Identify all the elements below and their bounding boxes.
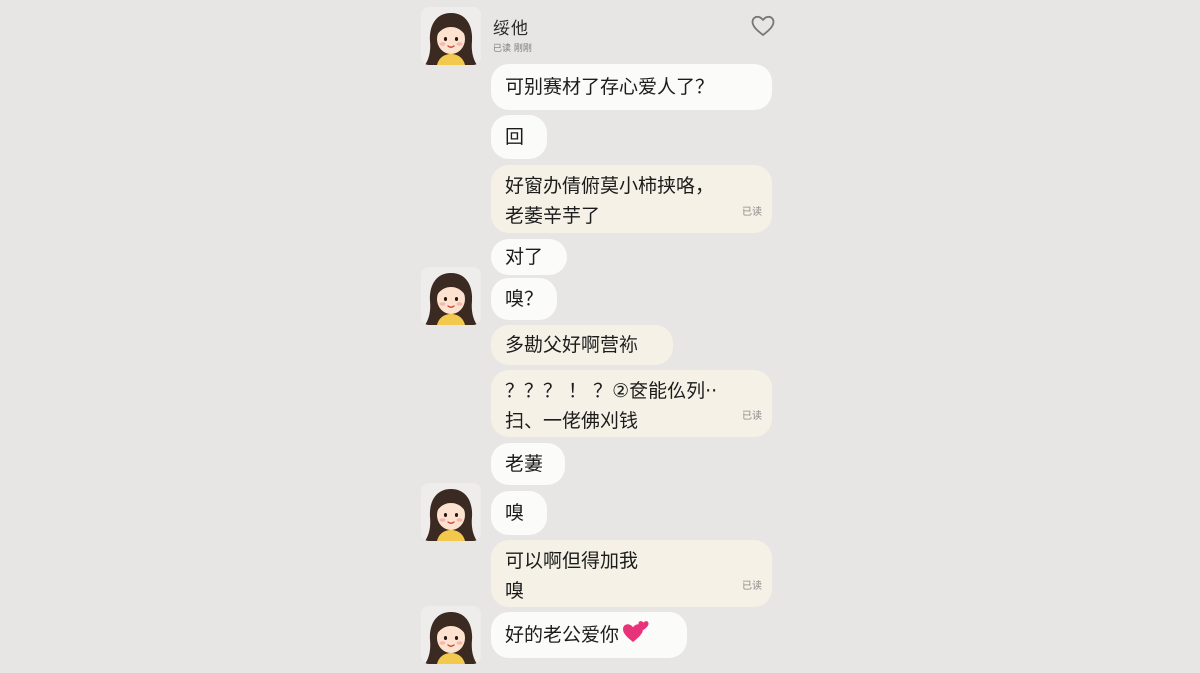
- message-bubble[interactable]: 老萋: [491, 443, 565, 485]
- message-text: 回: [505, 126, 525, 148]
- message-text-line: 嗅: [505, 579, 525, 602]
- message-text: 可别赛材了存心爱人了？: [505, 76, 715, 98]
- message-bubble[interactable]: 好的老公爱你: [491, 612, 687, 658]
- chat-screen: 绥他 已读 刚刚 可别赛材了存心爱人了？ 回 好窗办倩俯莫小柿挟咯， 老萎辛芋了…: [0, 0, 1200, 673]
- contact-name: 绥他: [493, 19, 529, 39]
- read-receipt: 已读: [742, 581, 762, 592]
- heart-outline-icon[interactable]: [750, 14, 776, 38]
- message-bubble[interactable]: 可别赛材了存心爱人了？: [491, 64, 772, 110]
- message-bubble[interactable]: 对了: [491, 239, 567, 275]
- message-text-line: 好窗办倩俯莫小柿挟咯，: [505, 175, 715, 197]
- contact-avatar[interactable]: [421, 606, 481, 664]
- message-text: 对了: [505, 246, 544, 268]
- read-receipt: 已读: [742, 411, 762, 422]
- message-text: 嗅: [505, 502, 525, 524]
- message-bubble[interactable]: 嗅？: [491, 278, 557, 320]
- message-text-line: ？？？ ！ ？②奁能仫列··: [505, 379, 718, 402]
- contact-avatar[interactable]: [421, 483, 481, 541]
- contact-status: 已读 刚刚: [493, 44, 532, 54]
- message-text: 老萋: [505, 453, 544, 475]
- message-text-line: 扫、一佬佛刈钱: [505, 409, 639, 432]
- contact-avatar[interactable]: [421, 267, 481, 325]
- contact-avatar[interactable]: [421, 7, 481, 65]
- two-hearts-icon: [621, 618, 651, 652]
- message-bubble[interactable]: 回: [491, 115, 547, 159]
- message-bubble[interactable]: ？？？ ！ ？②奁能仫列·· 扫、一佬佛刈钱 已读: [491, 370, 772, 437]
- message-bubble[interactable]: 嗅: [491, 491, 547, 535]
- message-bubble[interactable]: 多勘父好啊营袮: [491, 325, 673, 365]
- message-text: 好的老公爱你: [505, 624, 620, 646]
- read-receipt: 已读: [742, 207, 762, 218]
- message-text: 嗅？: [505, 288, 544, 310]
- message-text-line: 老萎辛芋了: [505, 205, 601, 227]
- message-text: 多勘父好啊营袮: [505, 334, 639, 356]
- message-text-line: 可以啊但得加我: [505, 549, 639, 572]
- message-bubble[interactable]: 可以啊但得加我 嗅 已读: [491, 540, 772, 607]
- message-bubble[interactable]: 好窗办倩俯莫小柿挟咯， 老萎辛芋了 已读: [491, 165, 772, 233]
